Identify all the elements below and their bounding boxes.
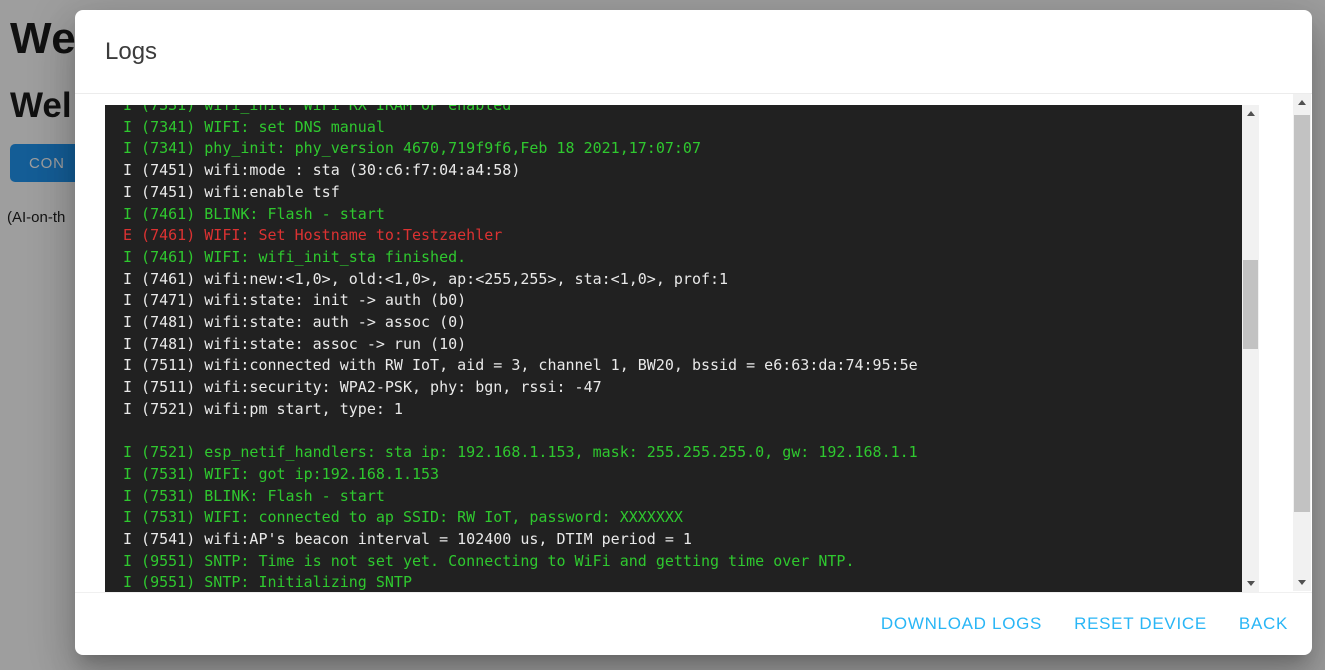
- log-line: E (7461) WIFI: Set Hostname to:Testzaehl…: [123, 225, 1242, 247]
- log-lines: I (7331) wifi_init: WiFi RX IRAM OP enab…: [123, 105, 1242, 592]
- log-line: I (7341) phy_init: phy_version 4670,719f…: [123, 138, 1242, 160]
- dialog-scrollbar[interactable]: [1293, 94, 1311, 591]
- log-line: I (7451) wifi:enable tsf: [123, 182, 1242, 204]
- dialog-header: Logs: [75, 10, 1312, 94]
- log-scroll-area[interactable]: I (7331) wifi_init: WiFi RX IRAM OP enab…: [105, 105, 1242, 592]
- download-logs-button[interactable]: DOWNLOAD LOGS: [881, 614, 1042, 634]
- scrollbar-thumb[interactable]: [1243, 260, 1258, 349]
- log-line: I (7541) wifi:AP's beacon interval = 102…: [123, 529, 1242, 551]
- log-line: I (7481) wifi:state: auth -> assoc (0): [123, 312, 1242, 334]
- logs-dialog: Logs I (7331) wifi_init: WiFi RX IRAM OP…: [75, 10, 1312, 655]
- log-line: I (7481) wifi:state: assoc -> run (10): [123, 334, 1242, 356]
- back-button[interactable]: BACK: [1239, 614, 1288, 634]
- log-line: [123, 421, 1242, 443]
- log-line: I (7511) wifi:connected with RW IoT, aid…: [123, 355, 1242, 377]
- scroll-up-icon[interactable]: [1242, 105, 1259, 122]
- dialog-title: Logs: [105, 38, 157, 66]
- log-line: I (7331) wifi_init: WiFi RX IRAM OP enab…: [123, 105, 1242, 117]
- log-line: I (7461) BLINK: Flash - start: [123, 204, 1242, 226]
- log-line: I (9551) SNTP: Initializing SNTP: [123, 572, 1242, 592]
- scrollbar-thumb[interactable]: [1294, 115, 1310, 512]
- reset-device-button[interactable]: RESET DEVICE: [1074, 614, 1207, 634]
- dialog-footer: DOWNLOAD LOGS RESET DEVICE BACK: [75, 592, 1312, 655]
- triangle-down-icon: [1298, 580, 1306, 585]
- scroll-down-icon[interactable]: [1242, 575, 1259, 592]
- log-line: I (7531) BLINK: Flash - start: [123, 486, 1242, 508]
- log-line: I (9551) SNTP: Time is not set yet. Conn…: [123, 551, 1242, 573]
- log-line: I (7521) esp_netif_handlers: sta ip: 192…: [123, 442, 1242, 464]
- triangle-up-icon: [1298, 100, 1306, 105]
- terminal-scrollbar[interactable]: [1242, 105, 1259, 592]
- log-line: I (7531) WIFI: got ip:192.168.1.153: [123, 464, 1242, 486]
- triangle-down-icon: [1247, 581, 1255, 586]
- log-line: I (7461) wifi:new:<1,0>, old:<1,0>, ap:<…: [123, 269, 1242, 291]
- log-line: I (7531) WIFI: connected to ap SSID: RW …: [123, 507, 1242, 529]
- log-line: I (7341) WIFI: set DNS manual: [123, 117, 1242, 139]
- scroll-up-icon[interactable]: [1293, 94, 1311, 111]
- log-line: I (7471) wifi:state: init -> auth (b0): [123, 290, 1242, 312]
- triangle-up-icon: [1247, 111, 1255, 116]
- scroll-down-icon[interactable]: [1293, 574, 1311, 591]
- log-line: I (7521) wifi:pm start, type: 1: [123, 399, 1242, 421]
- log-line: I (7461) WIFI: wifi_init_sta finished.: [123, 247, 1242, 269]
- log-line: I (7451) wifi:mode : sta (30:c6:f7:04:a4…: [123, 160, 1242, 182]
- log-terminal: I (7331) wifi_init: WiFi RX IRAM OP enab…: [105, 105, 1259, 592]
- dialog-body: I (7331) wifi_init: WiFi RX IRAM OP enab…: [75, 94, 1312, 592]
- log-line: I (7511) wifi:security: WPA2-PSK, phy: b…: [123, 377, 1242, 399]
